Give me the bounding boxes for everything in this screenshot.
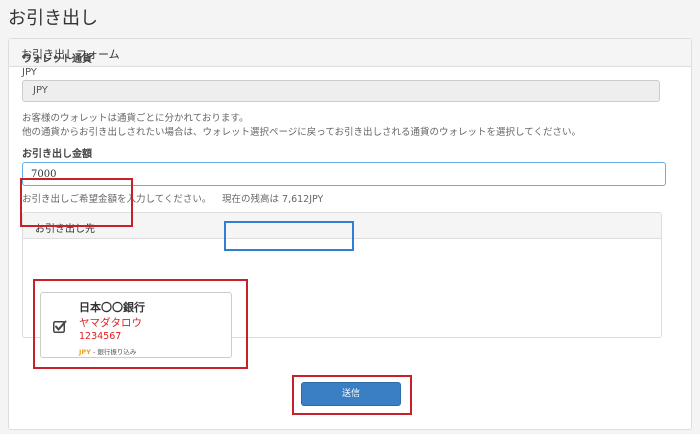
balance-highlight [224,221,354,251]
submit-button-highlight [292,375,412,415]
wallet-note-1: お客様のウォレットは通貨ごとに分かれております。 [22,113,249,124]
wallet-note-2: 他の通貨からお引き出しされたい場合は、ウォレット選択ページに戻ってお引き出しされ… [22,127,581,138]
page-title: お引き出し [8,8,98,29]
withdrawal-amount-label: お引き出し金額 [22,149,92,160]
current-balance-text: 現在の残高は 7,612JPY [222,194,324,205]
bank-card-highlight [33,279,248,369]
wallet-currency-sublabel: JPY [22,67,37,78]
form-panel-header: お引き出しフォーム [9,39,691,67]
wallet-currency-label: ウォレット通貨 [22,54,92,65]
amount-label-highlight [20,178,133,227]
wallet-currency-field: JPY [22,80,660,102]
